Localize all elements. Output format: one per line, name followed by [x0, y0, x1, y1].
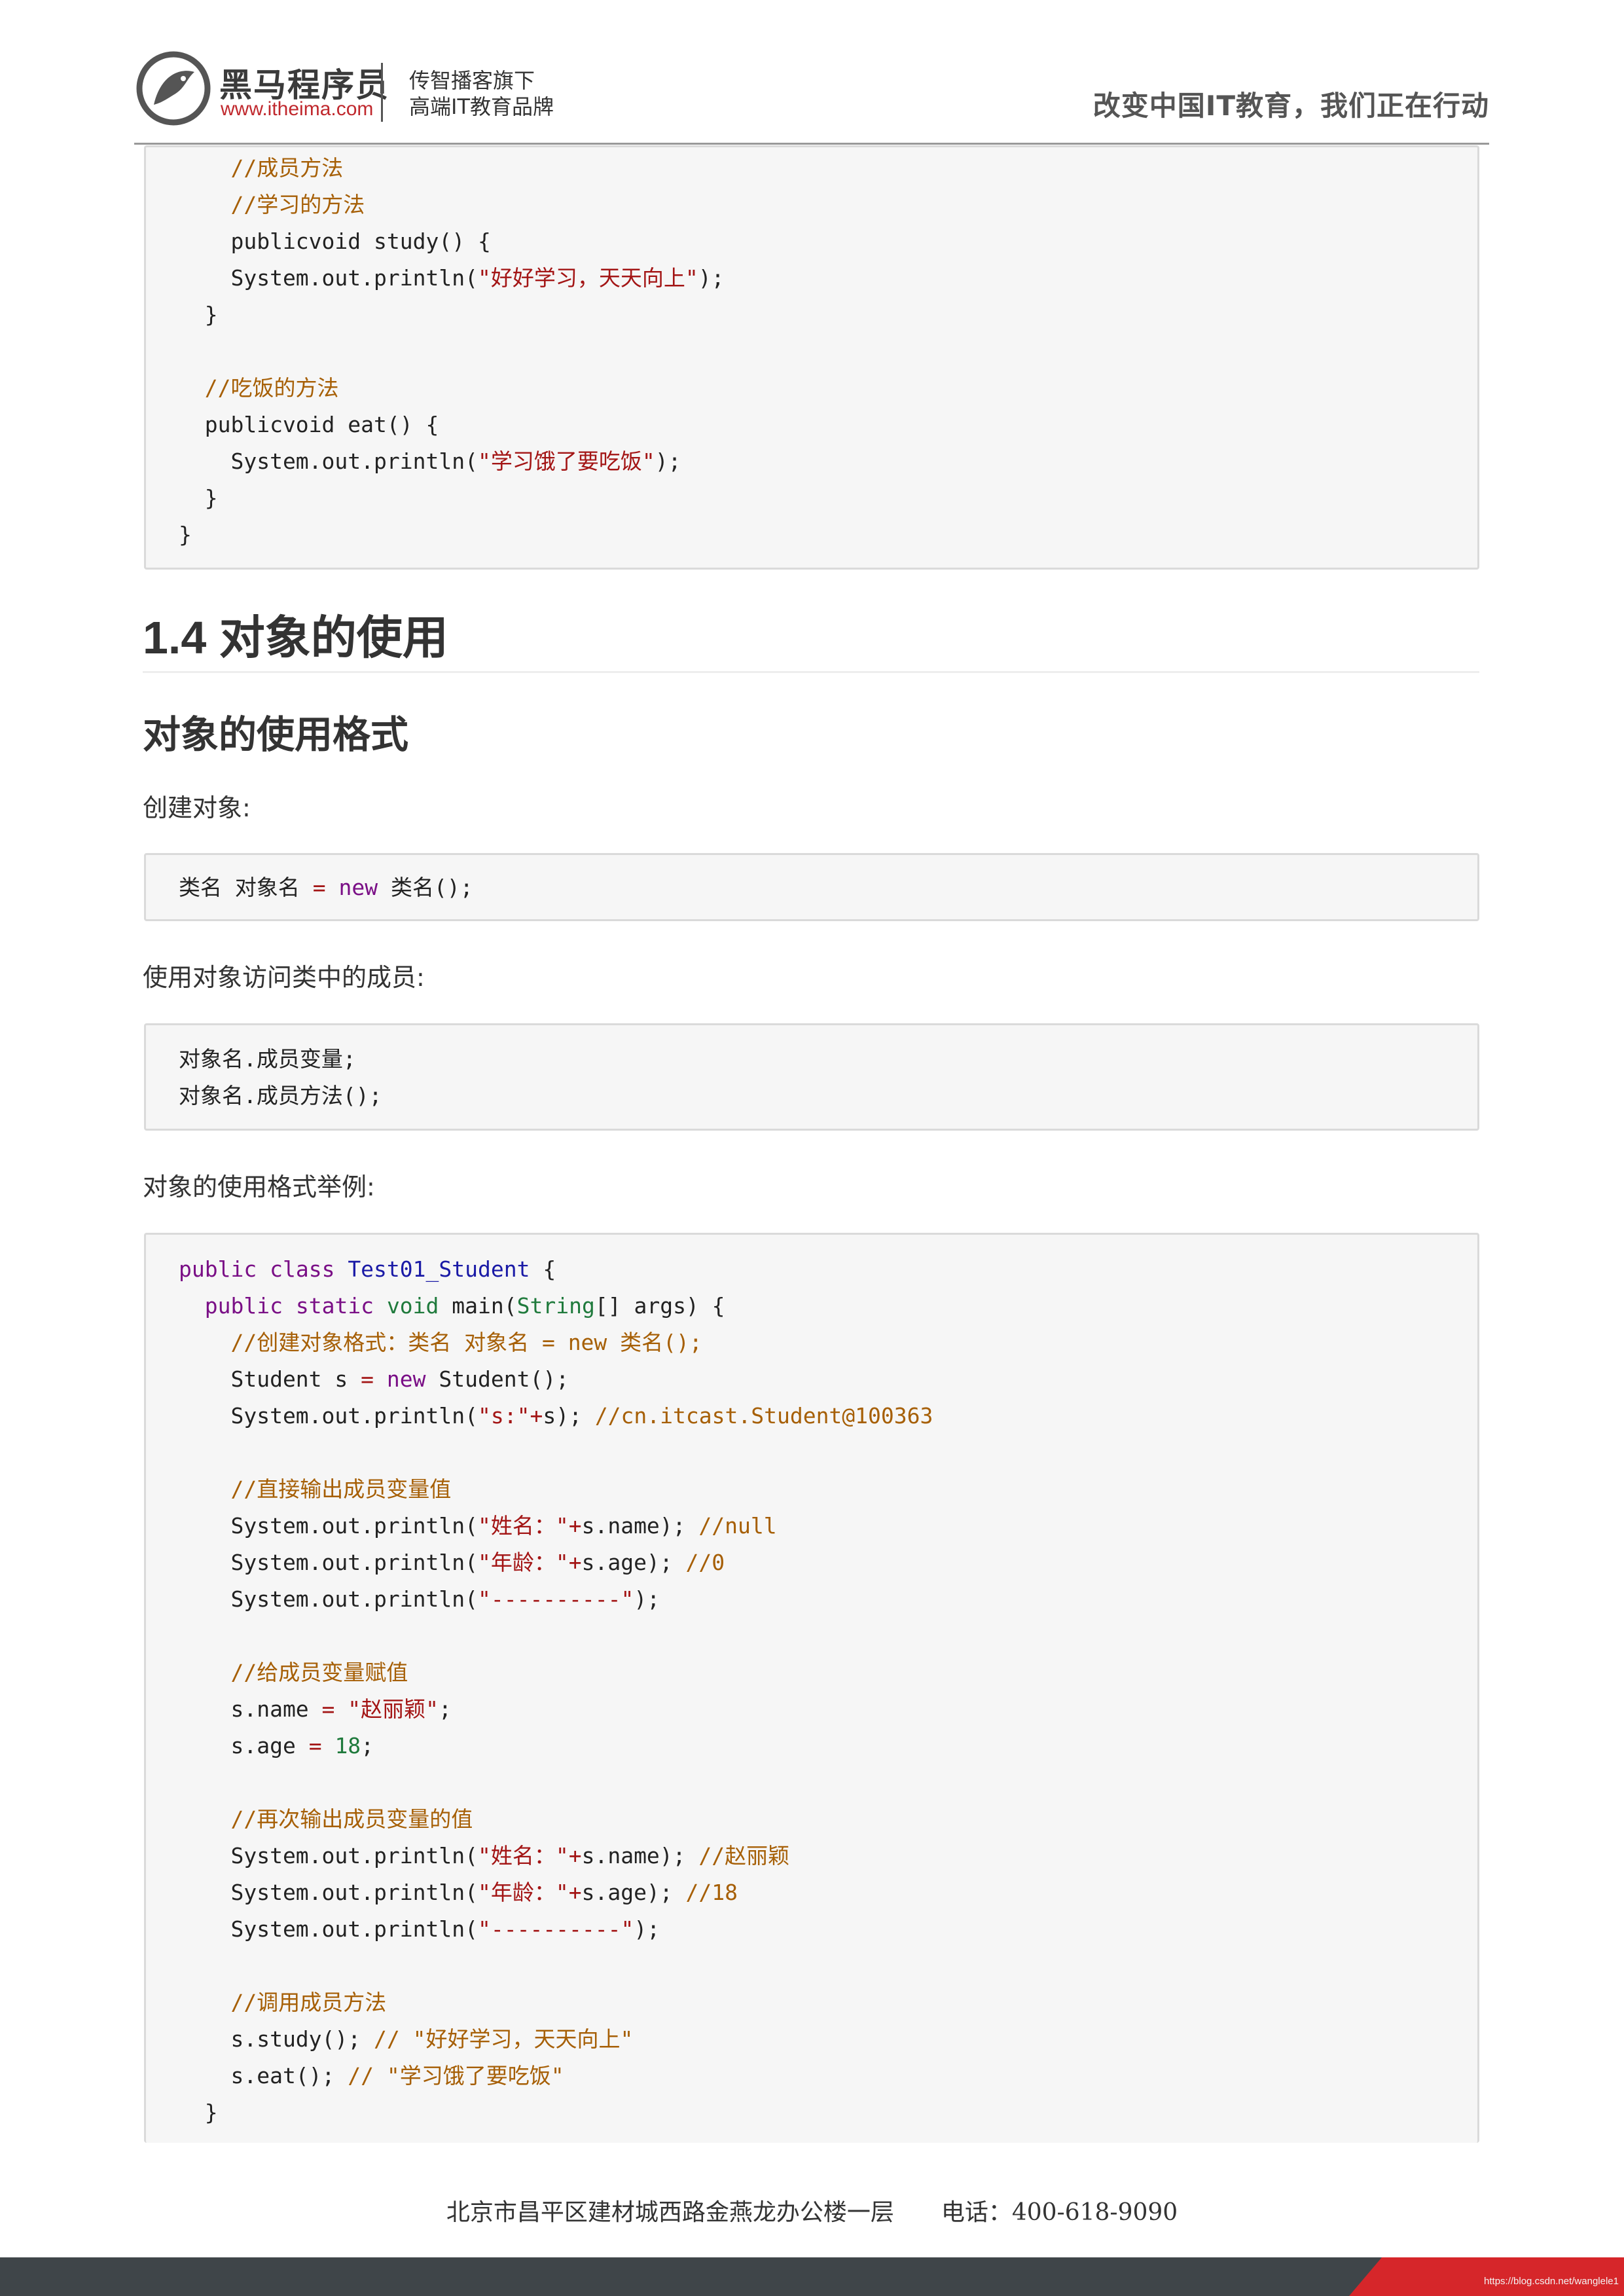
page-header: 黑马程序员 www.itheima.com 传智播客旗下 高端IT教育品牌 改变… — [134, 46, 1489, 144]
code-block-access-member: 对象名.成员变量; 对象名.成员方法(); — [144, 1023, 1479, 1131]
access-member-label: 使用对象访问类中的成员: — [143, 963, 425, 992]
code-line: publicvoid study() { — [179, 228, 491, 254]
code-line: publicvoid eat() { — [179, 412, 439, 437]
code-line: } — [179, 522, 192, 547]
code-line: System.out.println("好好学习，天天向上"); — [179, 265, 725, 291]
footer-address: 北京市昌平区建材城西路金燕龙办公楼一层 电话：400-618-9090 — [446, 2199, 1178, 2226]
code-line: System.out.println("学习饿了要吃饭"); — [179, 448, 681, 474]
code-line: s.eat(); // "学习饿了要吃饭" — [179, 2063, 564, 2088]
code-line: Student s = new Student(); — [179, 1366, 569, 1392]
code-line: System.out.println("----------"); — [179, 1916, 660, 1942]
code-line: //成员方法 — [230, 155, 344, 181]
code-line: System.out.println("年龄："+s.age); //0 — [179, 1550, 725, 1575]
subsection-heading: 对象的使用格式 — [143, 712, 409, 757]
example-label: 对象的使用格式举例: — [143, 1173, 375, 1201]
code-line: } — [179, 302, 218, 327]
header-motto: 改变中国IT教育，我们正在行动 — [1092, 90, 1489, 122]
code-line: System.out.println("----------"); — [179, 1586, 660, 1612]
create-object-label: 创建对象: — [143, 793, 251, 822]
code-line: //学习的方法 — [230, 192, 365, 217]
horse-logo-icon — [134, 49, 213, 128]
section-heading: 1.4 对象的使用 — [143, 612, 448, 663]
code-line: public static void main(String[] args) { — [204, 1293, 725, 1319]
code-line: //吃饭的方法 — [204, 375, 339, 401]
header-divider — [134, 143, 1489, 145]
code-line: //直接输出成员变量值 — [230, 1476, 452, 1502]
code-line: } — [179, 2100, 218, 2125]
code-block-example: public class Test01_Student { public sta… — [144, 1233, 1479, 2143]
code-line: System.out.println("s:"+s); //cn.itcast.… — [179, 1403, 933, 1429]
section-heading-rule — [143, 671, 1479, 673]
code-line: 对象名.成员方法(); — [179, 1083, 382, 1108]
code-block-create-object: 类名 对象名 = new 类名(); — [144, 853, 1479, 921]
code-line: //创建对象格式：类名 对象名 = new 类名(); — [230, 1330, 702, 1355]
code-line: } — [179, 485, 218, 511]
code-line: s.study(); // "好好学习，天天向上" — [179, 2026, 634, 2052]
code-line: 对象名.成员变量; — [179, 1046, 356, 1072]
brand-url: www.itheima.com — [221, 98, 374, 120]
code-line: System.out.println("姓名："+s.name); //null — [179, 1513, 777, 1539]
code-line: System.out.println("年龄："+s.age); //18 — [179, 1880, 738, 1905]
code-line: //再次输出成员变量的值 — [230, 1806, 473, 1832]
footer-watermark: https://blog.csdn.net/wanglele1 — [1484, 2276, 1619, 2287]
code-line: //给成员变量赋值 — [230, 1660, 408, 1685]
code-line: System.out.println("姓名："+s.name); //赵丽颖 — [179, 1843, 790, 1868]
code-line: s.name = "赵丽颖"; — [179, 1696, 452, 1722]
code-block-student-methods: //成员方法 //学习的方法 publicvoid study() { Syst… — [144, 145, 1479, 570]
code-line: public class Test01_Student { — [179, 1256, 556, 1282]
code-line: //调用成员方法 — [230, 1990, 387, 2015]
brand-slogan-line2: 高端IT教育品牌 — [409, 94, 554, 119]
code-line: 类名 对象名 = new 类名(); — [179, 875, 473, 900]
code-line: s.age = 18; — [179, 1733, 374, 1758]
logo-divider — [381, 63, 383, 122]
